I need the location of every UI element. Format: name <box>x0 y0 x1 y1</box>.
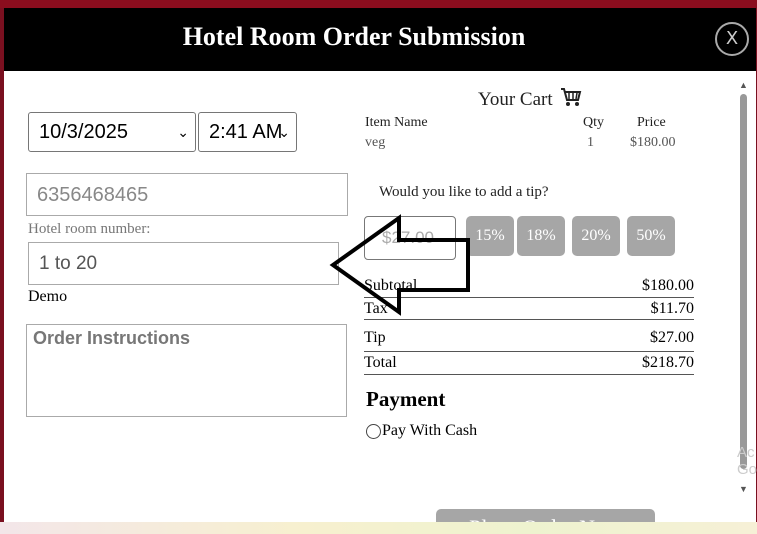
pointer-arrow-icon <box>329 214 470 316</box>
background-page-text: Ac Go <box>737 444 757 478</box>
